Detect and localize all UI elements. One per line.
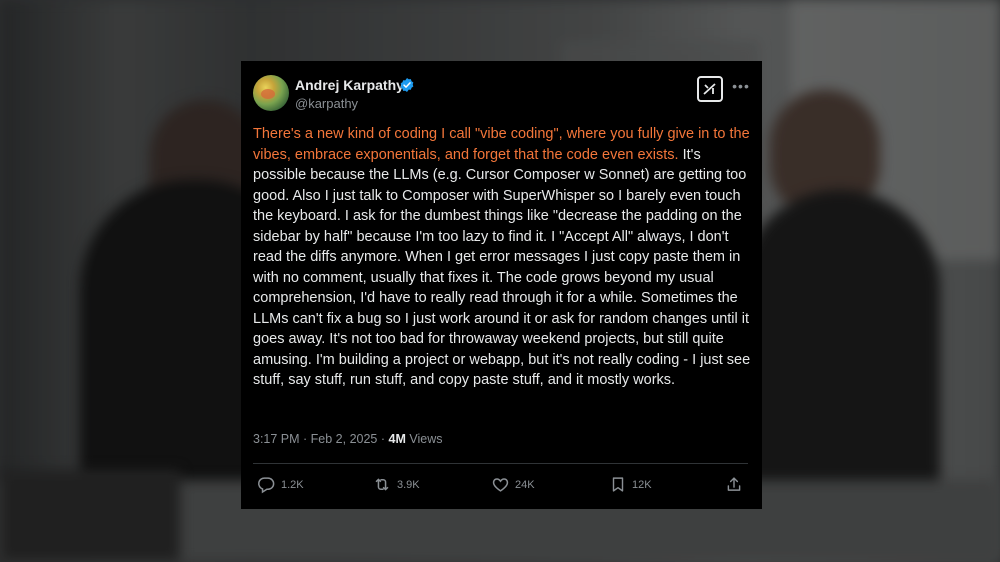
author-handle[interactable]: @karpathy	[295, 96, 358, 111]
reply-icon	[258, 477, 275, 494]
tweet-meta: 3:17 PM · Feb 2, 2025 · 4M Views	[253, 432, 442, 446]
share-icon	[727, 477, 741, 491]
like-count: 24K	[515, 478, 535, 491]
views-count: 4M	[388, 432, 406, 446]
heart-icon	[492, 478, 509, 492]
verified-badge-icon	[400, 78, 414, 92]
author-name[interactable]: Andrej Karpathy	[295, 77, 404, 93]
tweet-card: Andrej Karpathy @karpathy ••• There's a …	[241, 61, 762, 509]
repost-icon	[375, 478, 389, 491]
repost-button[interactable]: 3.9K	[372, 475, 420, 494]
tweet-text-highlight: There's a new kind of coding I call "vib…	[253, 126, 750, 163]
repost-count: 3.9K	[397, 478, 420, 491]
tweet-text: There's a new kind of coding I call "vib…	[253, 124, 753, 391]
tweet-text-body: It's possible because the LLMs (e.g. Cur…	[253, 146, 751, 389]
bookmark-button[interactable]: 12K	[609, 475, 652, 494]
action-bar: 1.2K 3.9K 24K 12K	[253, 471, 748, 501]
views-label: Views	[405, 432, 443, 446]
divider	[253, 463, 748, 464]
like-button[interactable]: 24K	[491, 475, 535, 494]
timestamp[interactable]: 3:17 PM · Feb 2, 2025 ·	[253, 432, 389, 446]
reply-count: 1.2K	[281, 478, 304, 491]
more-icon[interactable]: •••	[731, 79, 751, 93]
bookmark-icon	[612, 477, 624, 492]
avatar[interactable]	[253, 75, 289, 111]
reply-button[interactable]: 1.2K	[257, 475, 304, 494]
grok-icon[interactable]	[697, 76, 723, 102]
bookmark-count: 12K	[632, 478, 652, 491]
share-button[interactable]	[725, 475, 743, 494]
